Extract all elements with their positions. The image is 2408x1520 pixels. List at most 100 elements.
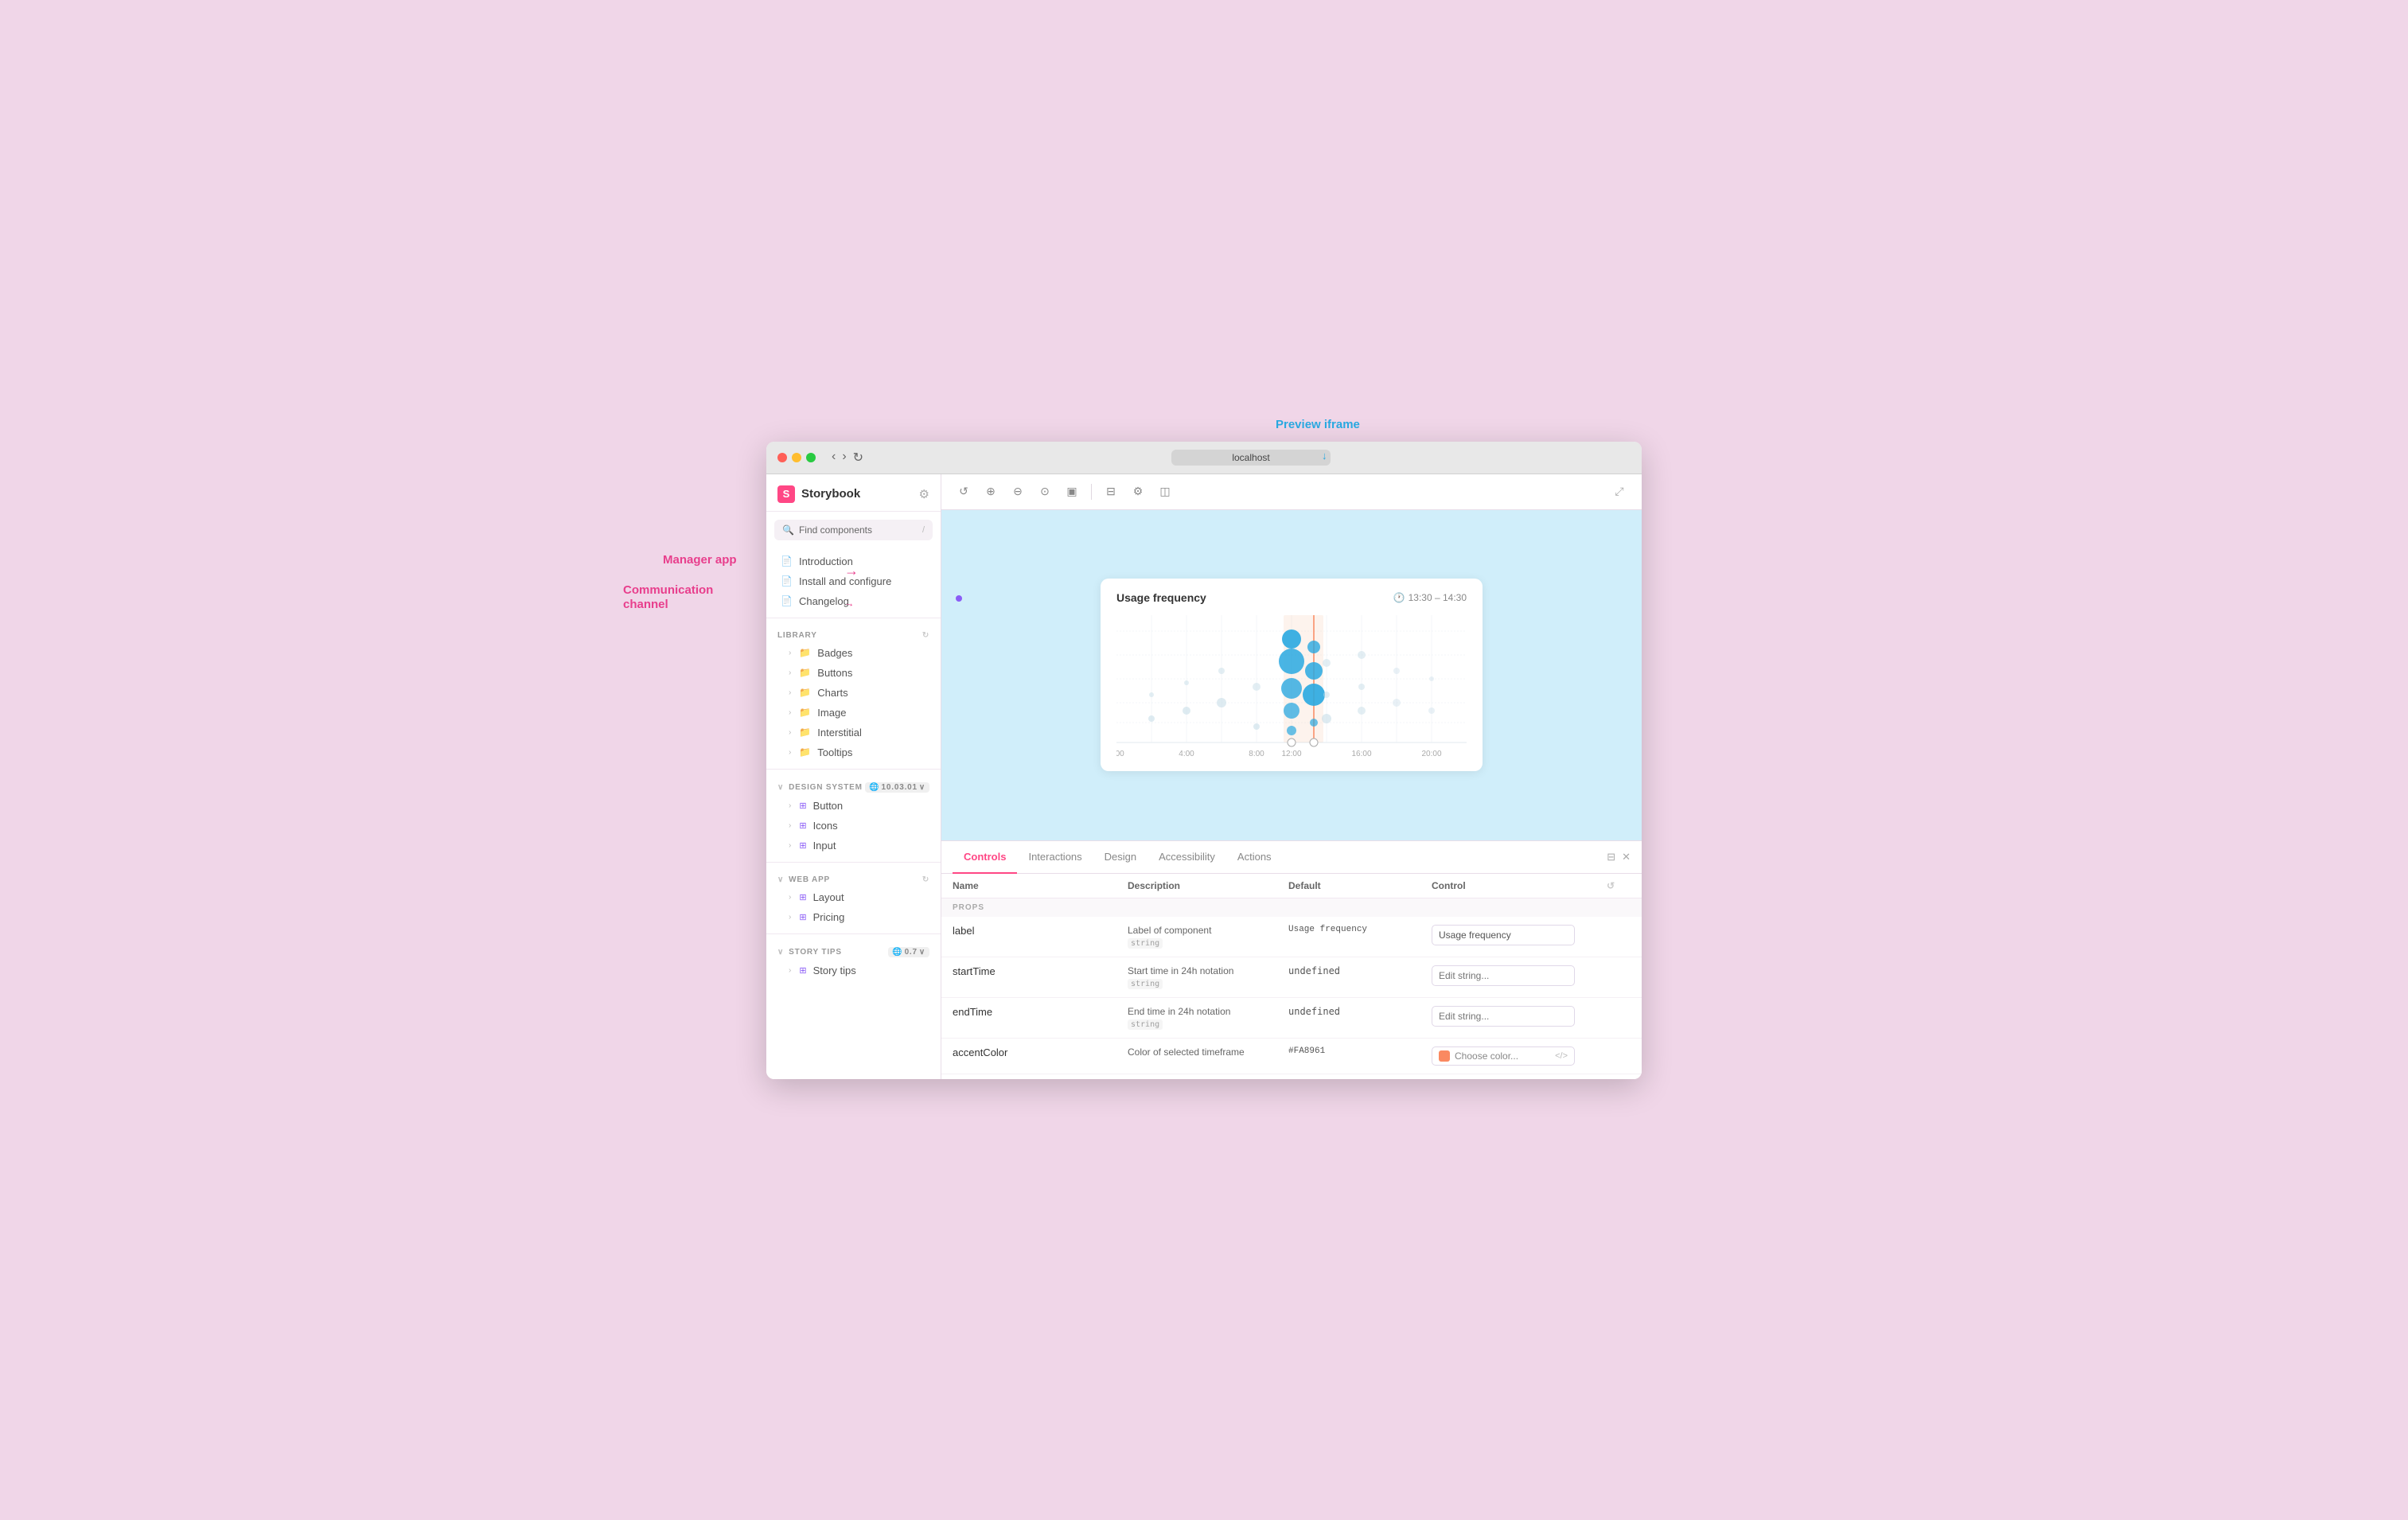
sidebar-item-install[interactable]: 📄 Install and configure (766, 571, 941, 591)
sidebar-item-label: Story tips (813, 965, 856, 976)
controls-tab-actions: ⊟ ✕ (1607, 851, 1631, 863)
prop-desc-starttime: Start time in 24h notation string (1128, 965, 1288, 989)
starttime-input[interactable] (1432, 965, 1575, 986)
chevron-icon: › (789, 801, 791, 810)
sidebar-item-charts[interactable]: › 📁 Charts (766, 683, 941, 703)
prop-desc-endtime: End time in 24h notation string (1128, 1006, 1288, 1030)
main-area: ↺ ⊕ ⊖ ⊙ ▣ ⊟ ⚙ ◫ ⤢ Usage frequenc (941, 474, 1642, 1079)
sidebar-item-label: Charts (817, 687, 847, 699)
settings-button[interactable]: ⚙ (1127, 481, 1149, 503)
preview-iframe-annotation: Preview iframe (1276, 418, 1360, 431)
grid-button[interactable]: ⊟ (1100, 481, 1122, 503)
tab-controls[interactable]: Controls (953, 841, 1017, 874)
bubble-chart: 0:00 4:00 8:00 12:00 16:00 20:00 (1116, 615, 1467, 758)
sidebar-item-label: Layout (813, 891, 844, 903)
chevron-icon: › (789, 649, 791, 657)
svg-text:8:00: 8:00 (1249, 750, 1264, 758)
globe-icon: 🌐 (869, 783, 879, 792)
doc-icon: 📄 (781, 555, 793, 567)
tab-actions[interactable]: Actions (1226, 841, 1283, 874)
prop-name-endtime: endTime (953, 1006, 1128, 1018)
panel-layout-icon[interactable]: ⊟ (1607, 851, 1615, 863)
back-button[interactable]: ‹ (832, 450, 836, 466)
chevron-down-icon: ∨ (919, 948, 925, 957)
minimize-button[interactable] (792, 453, 801, 462)
maximize-button[interactable] (806, 453, 816, 462)
sidebar-item-label: Buttons (817, 667, 852, 679)
search-bar[interactable]: 🔍 Find components / (774, 520, 933, 540)
endtime-input[interactable] (1432, 1006, 1575, 1027)
traffic-lights (777, 453, 816, 462)
sidebar-item-label: Button (813, 800, 844, 812)
search-shortcut: / (922, 525, 925, 535)
chart-title: Usage frequency (1116, 591, 1206, 604)
sidebar-item-button[interactable]: › ⊞ Button (766, 796, 941, 816)
sidebar-item-buttons[interactable]: › 📁 Buttons (766, 663, 941, 683)
zoom-out-button[interactable]: ⊖ (1007, 481, 1029, 503)
prop-desc-accentcolor: Color of selected timeframe (1128, 1046, 1288, 1058)
library-actions: ↻ (922, 631, 929, 640)
folder-icon: 📁 (799, 727, 811, 738)
address-input[interactable]: localhost (1171, 450, 1331, 466)
story-tips-version[interactable]: 🌐 0.7 ∨ (888, 947, 929, 957)
component-icon: ⊞ (799, 840, 806, 851)
sidebar-item-label: Install and configure (799, 575, 891, 587)
refresh-button[interactable]: ↻ (853, 450, 863, 466)
web-app-actions: ↻ (922, 875, 929, 884)
search-icon: 🔍 (782, 524, 794, 536)
sidebar-item-pricing[interactable]: › ⊞ Pricing (766, 907, 941, 927)
forward-button[interactable]: › (842, 450, 846, 466)
sidebar-item-changelog[interactable]: 📄 Changelog (766, 591, 941, 611)
sidebar-item-layout[interactable]: › ⊞ Layout (766, 887, 941, 907)
story-tips-label: Story tips (789, 948, 842, 957)
sidebar-item-tooltips[interactable]: › 📁 Tooltips (766, 742, 941, 762)
sidebar-item-story-tips[interactable]: › ⊞ Story tips (766, 961, 941, 980)
address-bar: localhost (871, 450, 1631, 466)
zoom-in-button[interactable]: ⊕ (980, 481, 1002, 503)
sidebar-item-label: Changelog (799, 595, 849, 607)
svg-text:16:00: 16:00 (1351, 750, 1371, 758)
props-section-label: PROPS (941, 898, 1642, 917)
fit-button[interactable]: ▣ (1061, 481, 1083, 503)
sidebar-item-badges[interactable]: › 📁 Badges (766, 643, 941, 663)
chevron-icon: › (789, 668, 791, 677)
label-input[interactable] (1432, 925, 1575, 945)
chevron-icon: › (789, 821, 791, 830)
chevron-icon: › (789, 966, 791, 975)
zoom-reset-button[interactable]: ⊙ (1034, 481, 1056, 503)
library-section-header: LIBRARY ↻ (766, 625, 941, 643)
prop-row-label: label Label of component string Usage fr… (941, 917, 1642, 957)
close-button[interactable] (777, 453, 787, 462)
settings-icon[interactable]: ⚙ (919, 487, 929, 501)
sidebar-item-image[interactable]: › 📁 Image (766, 703, 941, 723)
tab-design[interactable]: Design (1093, 841, 1148, 874)
external-link-button[interactable]: ⤢ (1608, 481, 1631, 503)
color-swatch (1439, 1050, 1450, 1062)
chart-card: Usage frequency 🕐 13:30 – 14:30 (1101, 579, 1483, 771)
prop-desc-label: Label of component string (1128, 925, 1288, 949)
sync-button[interactable]: ↺ (953, 481, 975, 503)
tab-interactions[interactable]: Interactions (1017, 841, 1093, 874)
sidebar-item-introduction[interactable]: 📄 Introduction (766, 551, 941, 571)
controls-panel: Controls Interactions Design Accessibili… (941, 840, 1642, 1079)
component-icon: ⊞ (799, 912, 806, 922)
code-icon[interactable]: </> (1555, 1051, 1568, 1061)
design-system-version[interactable]: 🌐 10.03.01 ∨ (865, 782, 929, 793)
sidebar-item-interstitial[interactable]: › 📁 Interstitial (766, 723, 941, 742)
web-app-label: WEB APP (789, 875, 830, 884)
tab-accessibility[interactable]: Accessibility (1148, 841, 1226, 874)
prop-row-accentcolor: accentColor Color of selected timeframe … (941, 1039, 1642, 1074)
layout-button[interactable]: ◫ (1154, 481, 1176, 503)
docs-section: 📄 Introduction 📄 Install and configure 📄… (766, 548, 941, 614)
preview-area: Usage frequency 🕐 13:30 – 14:30 (941, 510, 1642, 840)
sidebar-item-icons[interactable]: › ⊞ Icons (766, 816, 941, 836)
color-picker[interactable]: Choose color... </> (1432, 1046, 1575, 1066)
web-app-header: ∨ WEB APP ↻ (766, 869, 941, 887)
reset-all-icon[interactable]: ↺ (1607, 880, 1631, 891)
sidebar-item-label: Input (813, 840, 836, 852)
prop-control-accentcolor[interactable]: Choose color... </> (1432, 1046, 1607, 1066)
chevron-icon: › (789, 841, 791, 850)
prop-default-accentcolor: #FA8961 (1288, 1046, 1432, 1056)
panel-close-icon[interactable]: ✕ (1622, 851, 1631, 863)
sidebar-item-input[interactable]: › ⊞ Input (766, 836, 941, 855)
